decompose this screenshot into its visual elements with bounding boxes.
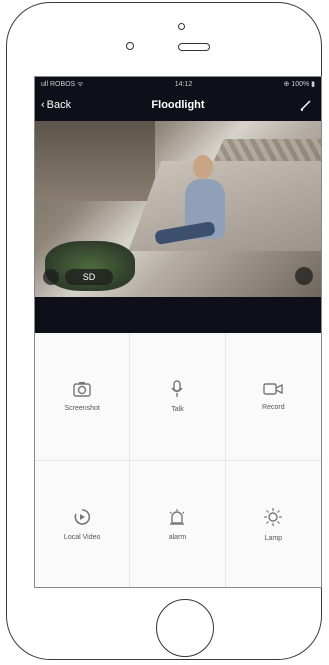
alarm-button[interactable]: alarm xyxy=(130,461,226,587)
alarm-siren-icon xyxy=(170,509,185,525)
feed-person-head xyxy=(193,155,213,179)
clock: 14:12 xyxy=(174,80,193,88)
sensor xyxy=(126,42,134,50)
local-video-icon xyxy=(74,509,91,525)
fullscreen-button[interactable] xyxy=(295,267,313,285)
status-bar: ull ROBOS ᯤ 14:12 ⊕ 100% ▮ xyxy=(35,77,321,91)
battery-status: ⊕ 100% ▮ xyxy=(283,81,315,88)
page-title: Floodlight xyxy=(151,99,205,111)
edit-icon[interactable] xyxy=(299,98,313,112)
quality-button[interactable]: SD xyxy=(65,269,113,285)
sun-icon xyxy=(264,508,283,526)
front-camera xyxy=(178,23,185,30)
screenshot-button[interactable]: Screenshot xyxy=(35,333,131,461)
talk-label: Talk xyxy=(171,406,184,413)
microphone-icon xyxy=(171,380,184,397)
screenshot-label: Screenshot xyxy=(64,405,100,412)
talk-button[interactable]: Talk xyxy=(130,333,226,461)
lamp-label: Lamp xyxy=(264,535,283,542)
record-button[interactable]: Record xyxy=(225,333,321,461)
earpiece-speaker xyxy=(178,43,210,51)
mute-button[interactable] xyxy=(43,269,59,285)
nav-bar: ‹ Back Floodlight xyxy=(35,91,321,121)
camera-icon xyxy=(73,382,91,397)
record-label: Record xyxy=(262,404,285,411)
app-screen: ull ROBOS ᯤ 14:12 ⊕ 100% ▮ ‹ Back Floodl… xyxy=(34,76,322,588)
video-camera-icon xyxy=(263,383,284,395)
local-video-button[interactable]: Local Video xyxy=(35,461,131,587)
local-video-label: Local Video xyxy=(63,534,101,541)
alarm-label: alarm xyxy=(168,534,187,541)
signal-status: ull ROBOS ᯤ xyxy=(41,80,84,88)
feed-wall xyxy=(35,121,155,201)
video-footer xyxy=(35,297,321,333)
controls-grid: Screenshot Talk Record Local Video alarm… xyxy=(35,333,321,587)
home-button[interactable] xyxy=(156,599,214,657)
lamp-button[interactable]: Lamp xyxy=(226,461,321,587)
